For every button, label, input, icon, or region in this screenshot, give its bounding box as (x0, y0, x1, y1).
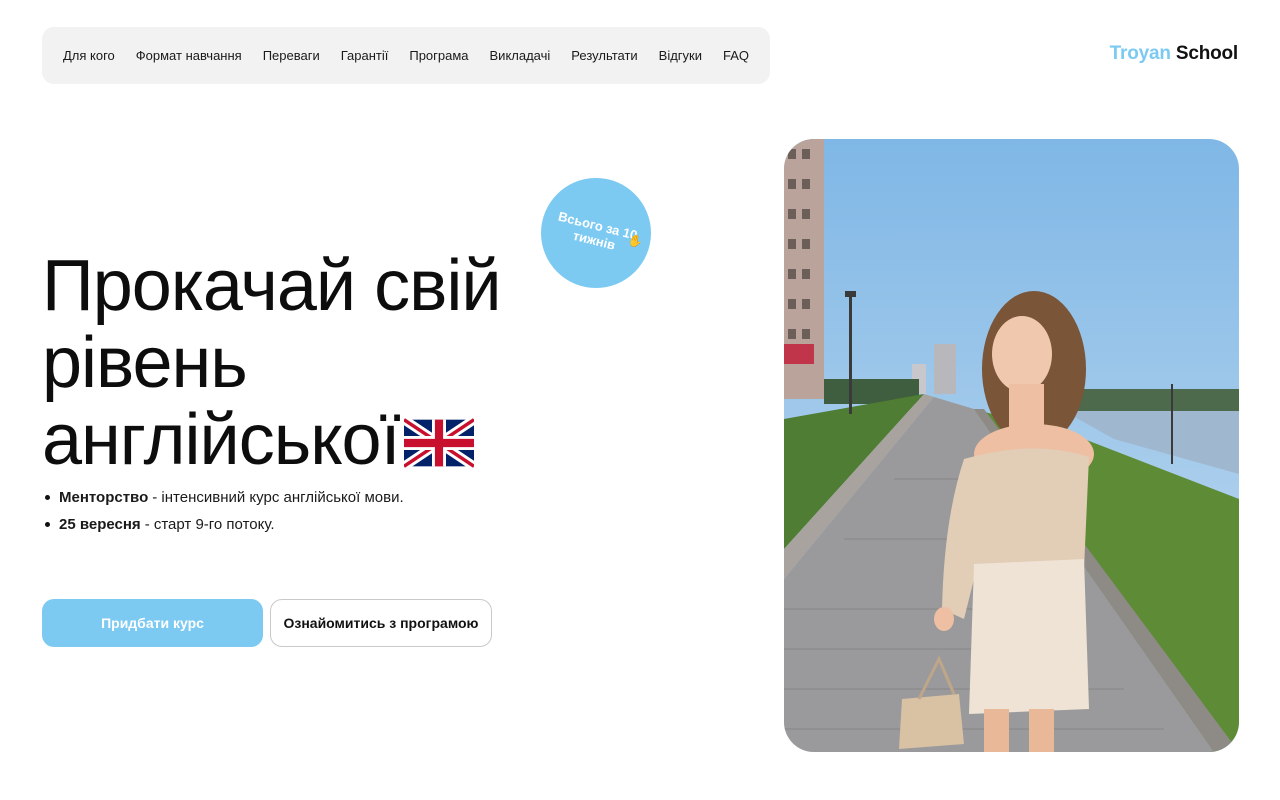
top-navigation: Для кого Формат навчання Переваги Гарант… (42, 27, 770, 84)
feature-text: - старт 9-го потоку. (144, 516, 275, 533)
feature-text: - інтенсивний курс англійської мови. (152, 489, 404, 506)
nav-item-results[interactable]: Результати (571, 48, 637, 63)
nav-item-reviews[interactable]: Відгуки (659, 48, 702, 63)
bullet-dot (45, 522, 50, 527)
nav-item-teachers[interactable]: Викладачі (490, 48, 551, 63)
nav-item-format[interactable]: Формат навчання (136, 48, 242, 63)
feature-list: Менторство - інтенсивний курс англійсько… (45, 489, 404, 543)
nav-item-faq[interactable]: FAQ (723, 48, 749, 63)
nav-item-guarantees[interactable]: Гарантії (341, 48, 389, 63)
hero-photo (784, 139, 1239, 752)
list-item: Менторство - інтенсивний курс англійсько… (45, 489, 404, 506)
uk-flag-icon (400, 406, 477, 483)
feature-bold: Менторство (59, 489, 149, 506)
logo-part-troyan: Troyan (1109, 43, 1171, 64)
feature-bold: 25 вересня (59, 516, 141, 533)
hero-title-line-2: рівень (42, 323, 248, 403)
nav-item-for-whom[interactable]: Для кого (63, 48, 115, 63)
nav-item-advantages[interactable]: Переваги (263, 48, 320, 63)
buy-course-button[interactable]: Придбати курс (42, 599, 263, 647)
hero-title-line-1: Прокачай свій (42, 246, 502, 326)
landing-page: Для кого Формат навчання Переваги Гарант… (0, 0, 1280, 800)
bullet-dot (45, 495, 50, 500)
hero-title: Прокачай свій рівень англійської (42, 248, 562, 483)
view-program-button[interactable]: Ознайомитись з програмою (270, 599, 492, 647)
list-item: 25 вересня - старт 9-го потоку. (45, 516, 404, 533)
brand-logo[interactable]: Troyan School (1109, 43, 1239, 65)
hero-title-line-3: англійської (42, 400, 401, 480)
nav-item-program[interactable]: Програма (409, 48, 468, 63)
hero-photo-illustration (784, 139, 1239, 752)
logo-part-school: School (1175, 43, 1238, 64)
